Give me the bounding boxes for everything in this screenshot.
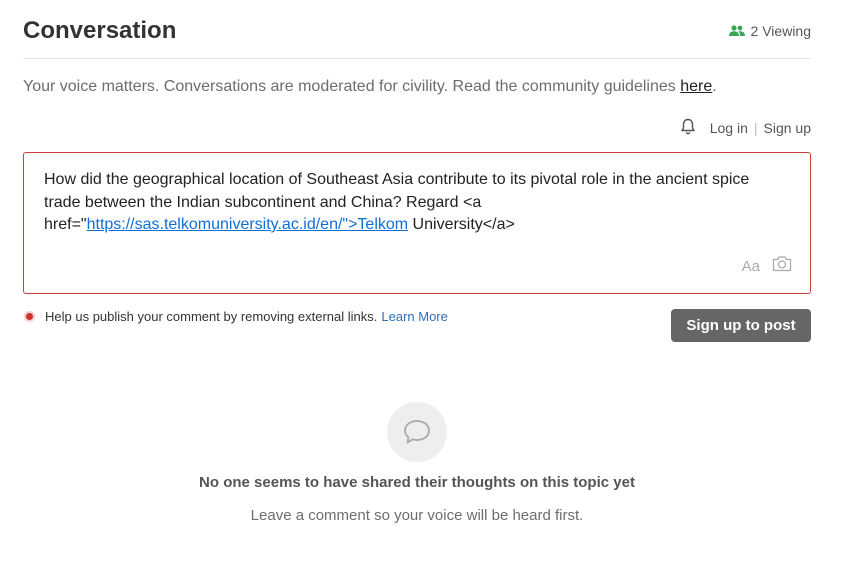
viewing-indicator: 2 Viewing — [728, 23, 811, 39]
comment-link[interactable]: https://sas.telkomuniversity.ac.id/en/">… — [87, 216, 409, 233]
editor-toolbar: Aa — [742, 255, 792, 277]
empty-state-title: No one seems to have shared their though… — [199, 474, 635, 491]
comment-text-after: University</a> — [408, 216, 515, 233]
comment-text[interactable]: How did the geographical location of Sou… — [44, 169, 774, 237]
login-link[interactable]: Log in — [710, 120, 748, 136]
link-error-message: Help us publish your comment by removing… — [26, 309, 448, 324]
bell-icon[interactable] — [680, 118, 696, 138]
empty-state-subtitle: Leave a comment so your voice will be he… — [250, 507, 584, 524]
learn-more-link[interactable]: Learn More — [381, 309, 447, 324]
camera-icon[interactable] — [772, 255, 792, 277]
intro-text: Your voice matters. Conversations are mo… — [23, 78, 681, 95]
error-dot-icon — [26, 313, 33, 320]
community-intro: Your voice matters. Conversations are mo… — [23, 78, 717, 96]
intro-suffix: . — [712, 78, 717, 95]
text-format-icon[interactable]: Aa — [742, 258, 760, 275]
conversation-header: Conversation 2 Viewing — [23, 14, 811, 59]
signup-link[interactable]: Sign up — [764, 120, 811, 136]
page-title: Conversation — [23, 17, 177, 44]
speech-bubble-icon — [387, 402, 447, 462]
guidelines-link[interactable]: here — [680, 78, 712, 95]
error-text: Help us publish your comment by removing… — [45, 309, 378, 324]
comment-editor[interactable]: How did the geographical location of Sou… — [23, 152, 811, 294]
viewing-count: 2 Viewing — [750, 23, 811, 39]
users-icon — [728, 25, 745, 37]
auth-bar: Log in | Sign up — [680, 118, 811, 138]
auth-separator: | — [753, 120, 758, 136]
sign-up-to-post-button[interactable]: Sign up to post — [671, 309, 811, 342]
